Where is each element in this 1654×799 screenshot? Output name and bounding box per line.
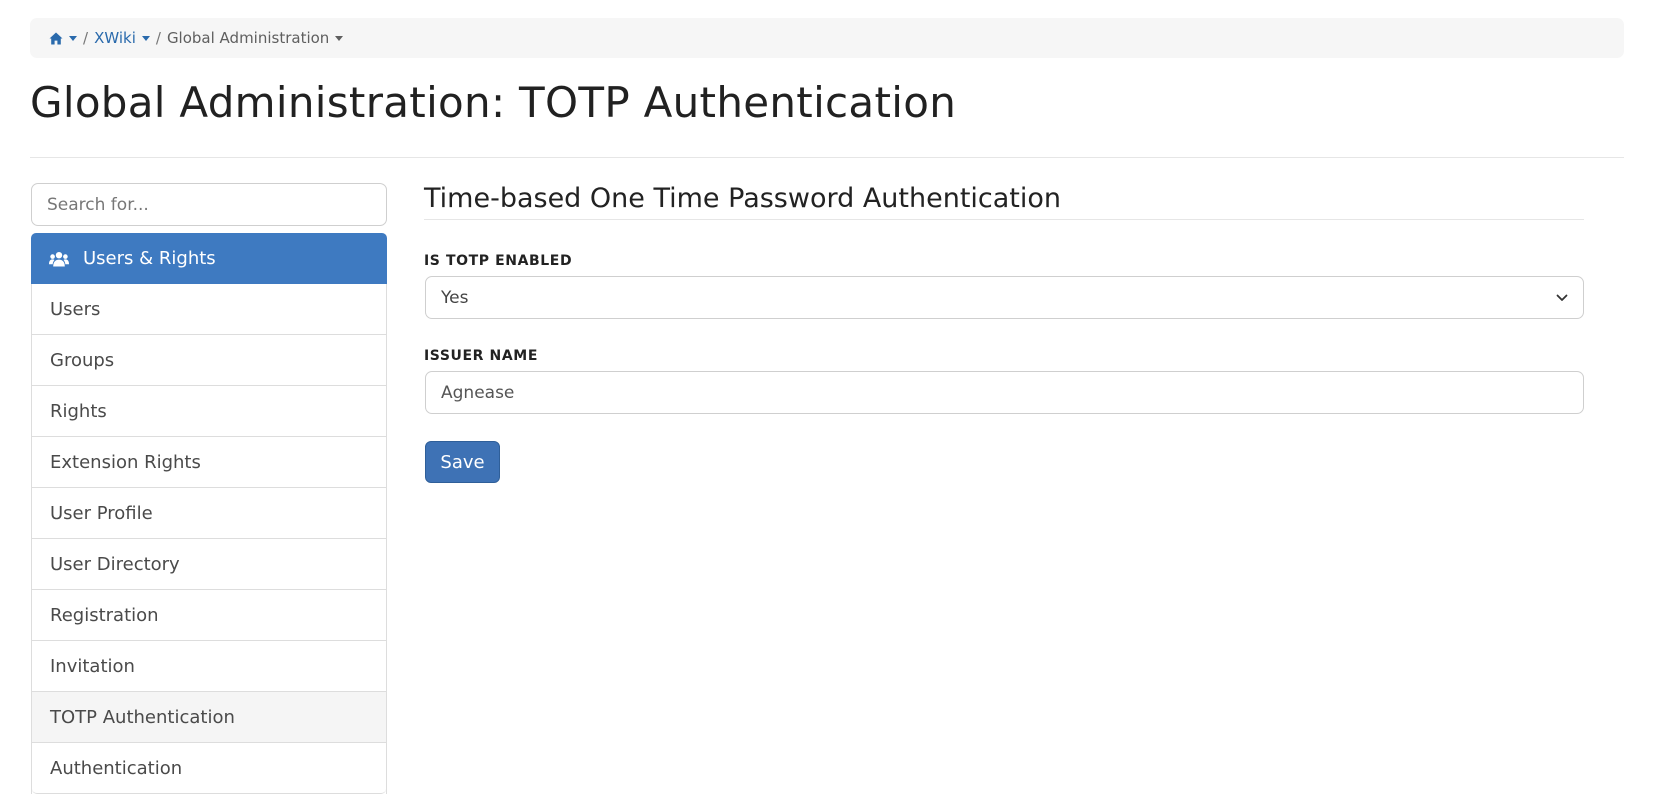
sidebar-item-extension-rights[interactable]: Extension Rights (32, 437, 386, 488)
sidebar-item-label: User Directory (50, 553, 180, 575)
sidebar-item-users[interactable]: Users (32, 284, 386, 335)
page-title: Global Administration: TOTP Authenticati… (30, 78, 957, 127)
sidebar-item-label: Groups (50, 349, 115, 371)
page: / XWiki / Global Administration Global A… (0, 0, 1654, 799)
sidebar-item-registration[interactable]: Registration (32, 590, 386, 641)
breadcrumb-wiki-label[interactable]: XWiki (94, 29, 136, 47)
breadcrumb-separator: / (155, 29, 161, 47)
search-input[interactable] (31, 183, 387, 226)
totp-enabled-select[interactable]: Yes (425, 276, 1584, 319)
sidebar-item-label: Registration (50, 604, 159, 626)
sidebar-item-label: Users (50, 298, 101, 320)
users-icon (49, 251, 69, 266)
sidebar-item-label: TOTP Authentication (50, 706, 235, 728)
title-divider (30, 157, 1624, 158)
issuer-name-label: ISSUER NAME (424, 348, 538, 364)
sidebar-item-label: Extension Rights (50, 451, 201, 473)
chevron-down-icon[interactable] (335, 36, 344, 41)
home-icon (49, 32, 63, 44)
sidebar-item-groups[interactable]: Groups (32, 335, 386, 386)
sidebar-item-user-directory[interactable]: User Directory (32, 539, 386, 590)
breadcrumb-current-label: Global Administration (166, 29, 330, 47)
sidebar-item-user-profile[interactable]: User Profile (32, 488, 386, 539)
totp-enabled-label: IS TOTP ENABLED (424, 253, 573, 269)
chevron-down-icon (1556, 294, 1568, 301)
save-button[interactable]: Save (425, 441, 500, 483)
sidebar-list: Users Groups Rights Extension Rights Use… (31, 284, 387, 794)
breadcrumb-separator: / (83, 29, 89, 47)
sidebar-item-label: User Profile (50, 502, 153, 524)
section-divider (424, 219, 1584, 220)
breadcrumb-home[interactable] (49, 32, 77, 45)
chevron-down-icon[interactable] (141, 36, 150, 41)
totp-enabled-value: Yes (441, 287, 469, 308)
sidebar-item-label: Invitation (50, 655, 135, 677)
breadcrumb-current[interactable]: Global Administration (166, 29, 344, 47)
breadcrumb-wiki[interactable]: XWiki (94, 29, 150, 47)
sidebar-category-users-rights[interactable]: Users & Rights (31, 233, 387, 284)
sidebar-item-authentication[interactable]: Authentication (32, 743, 386, 794)
sidebar-item-invitation[interactable]: Invitation (32, 641, 386, 692)
chevron-down-icon[interactable] (69, 36, 77, 41)
breadcrumb: / XWiki / Global Administration (30, 18, 1624, 58)
issuer-name-field[interactable] (425, 371, 1584, 414)
sidebar-item-label: Rights (50, 400, 107, 422)
sidebar-item-rights[interactable]: Rights (32, 386, 386, 437)
admin-sidebar: Users & Rights Users Groups Rights Exten… (31, 233, 387, 794)
sidebar-item-totp-authentication[interactable]: TOTP Authentication (32, 692, 386, 743)
section-title: Time-based One Time Password Authenticat… (424, 183, 1062, 214)
sidebar-category-label: Users & Rights (83, 248, 216, 269)
sidebar-item-label: Authentication (50, 757, 183, 779)
